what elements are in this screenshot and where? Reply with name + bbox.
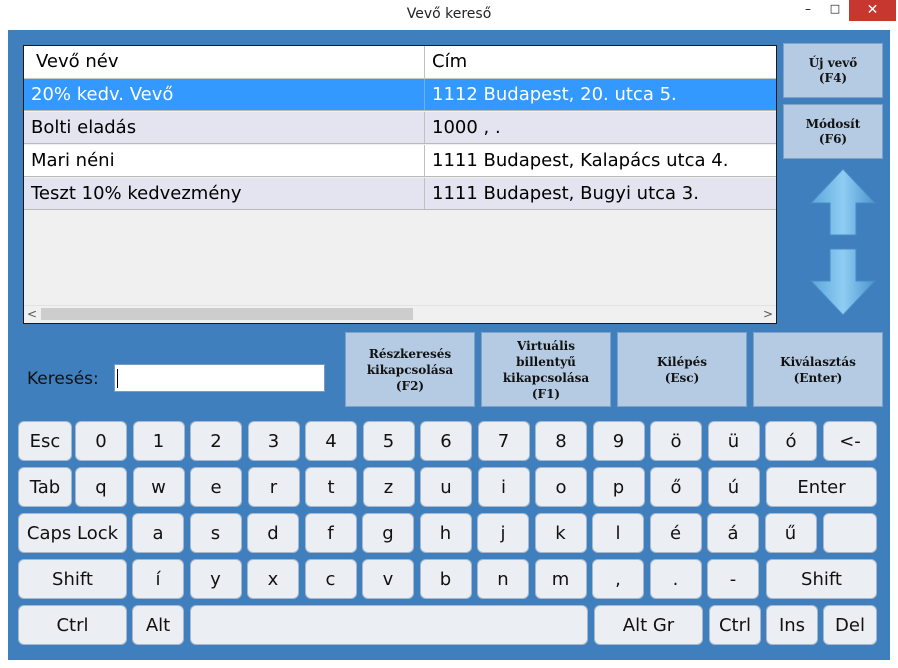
key-char-0[interactable]: 0: [75, 421, 127, 461]
key-char-i[interactable]: i: [477, 467, 530, 507]
minimize-button[interactable]: –: [795, 2, 821, 24]
column-header-name[interactable]: Vevő név: [24, 46, 425, 78]
maximize-button[interactable]: □: [822, 2, 848, 24]
key-char-c[interactable]: c: [304, 559, 357, 599]
new-customer-button[interactable]: Új vevő (F4): [783, 43, 883, 98]
key-esc[interactable]: Esc: [18, 421, 72, 461]
key-delete[interactable]: Del: [823, 605, 877, 645]
cell-name: Mari néni: [24, 145, 425, 176]
scroll-right-icon[interactable]: >: [760, 306, 776, 323]
key-char-p[interactable]: p: [592, 467, 645, 507]
key-char-é[interactable]: é: [649, 513, 702, 553]
search-label: Keresés:: [27, 369, 99, 389]
key-tab[interactable]: Tab: [18, 467, 72, 507]
key-char-.[interactable]: .: [649, 559, 702, 599]
column-header-address[interactable]: Cím: [425, 46, 776, 78]
key-char-t[interactable]: t: [305, 467, 357, 507]
partial-search-toggle-button[interactable]: Részkeresés kikapcsolása (F2): [345, 332, 475, 407]
key-char-7[interactable]: 7: [477, 421, 530, 461]
virtual-keyboard-toggle-button[interactable]: Virtuális billentyű kikapcsolása (F1): [481, 332, 611, 407]
key-char-ű[interactable]: ű: [764, 513, 817, 553]
key-char-r[interactable]: r: [247, 467, 300, 507]
key-char-,[interactable]: ,: [592, 559, 644, 599]
key-caps-lock[interactable]: Caps Lock: [18, 513, 127, 553]
key-char-8[interactable]: 8: [535, 421, 587, 461]
key-char-y[interactable]: y: [189, 559, 242, 599]
key-char-ő[interactable]: ő: [650, 467, 702, 507]
key-enter[interactable]: Enter: [766, 467, 877, 507]
cell-name: Bolti eladás: [24, 112, 425, 143]
search-input[interactable]: [114, 364, 325, 392]
title-bar: Vevő kereső – □ ✕: [0, 0, 898, 30]
key-char-z[interactable]: z: [362, 467, 415, 507]
key-alt-gr[interactable]: Alt Gr: [594, 605, 703, 645]
table-row[interactable]: Teszt 10% kedvezmény 1111 Budapest, Bugy…: [24, 178, 776, 210]
key-ctrl[interactable]: Ctrl: [18, 605, 127, 645]
key-char-n[interactable]: n: [477, 559, 529, 599]
key-char-u[interactable]: u: [420, 467, 472, 507]
cell-address: 1112 Budapest, 20. utca 5.: [432, 84, 677, 105]
key-backspace[interactable]: <-: [823, 421, 877, 461]
key-char-b[interactable]: b: [419, 559, 472, 599]
key-char--[interactable]: -: [707, 559, 759, 599]
key-char-5[interactable]: 5: [362, 421, 415, 461]
key-char-x[interactable]: x: [247, 559, 299, 599]
cell-name: Teszt 10% kedvezmény: [24, 178, 425, 209]
table-row[interactable]: Mari néni 1111 Budapest, Kalapács utca 4…: [24, 145, 776, 177]
cell-name: 20% kedv. Vevő: [24, 79, 425, 110]
key-char-d[interactable]: d: [247, 513, 299, 553]
key-char-ü[interactable]: ü: [707, 421, 760, 461]
key-shift[interactable]: Shift: [766, 559, 877, 599]
key-char-q[interactable]: q: [75, 467, 127, 507]
cell-address: 1000 , .: [432, 117, 501, 138]
cell-address: 1111 Budapest, Bugyi utca 3.: [432, 183, 699, 204]
key-char-h[interactable]: h: [419, 513, 472, 553]
key-char-w[interactable]: w: [132, 467, 185, 507]
key-char-í[interactable]: í: [132, 559, 184, 599]
key-char-ú[interactable]: ú: [707, 467, 760, 507]
key-char-f[interactable]: f: [304, 513, 357, 553]
key-char-a[interactable]: a: [132, 513, 184, 553]
key-char-o[interactable]: o: [535, 467, 587, 507]
key-char-s[interactable]: s: [189, 513, 242, 553]
key-char-l[interactable]: l: [592, 513, 644, 553]
key-char-m[interactable]: m: [534, 559, 587, 599]
scrollbar-thumb[interactable]: [41, 308, 413, 320]
key-char-ó[interactable]: ó: [765, 421, 817, 461]
key-char-g[interactable]: g: [362, 513, 414, 553]
text-caret: [117, 369, 118, 388]
close-button[interactable]: ✕: [849, 0, 896, 21]
table-row[interactable]: Bolti eladás 1000 , .: [24, 112, 776, 144]
customer-table[interactable]: Vevő név Cím 20% kedv. Vevő 1112 Budapes…: [23, 45, 777, 324]
arrow-up-icon[interactable]: [808, 168, 878, 236]
arrow-down-icon[interactable]: [808, 248, 878, 316]
key-alt[interactable]: Alt: [132, 605, 184, 645]
key-char-4[interactable]: 4: [305, 421, 357, 461]
horizontal-scrollbar[interactable]: < >: [24, 305, 776, 323]
key-insert[interactable]: Ins: [766, 605, 818, 645]
key-shift[interactable]: Shift: [18, 559, 127, 599]
key-char-v[interactable]: v: [362, 559, 414, 599]
key-char-9[interactable]: 9: [592, 421, 645, 461]
key-space[interactable]: [190, 605, 588, 645]
key-char-3[interactable]: 3: [247, 421, 300, 461]
exit-button[interactable]: Kilépés (Esc): [617, 332, 747, 407]
key-char-j[interactable]: j: [477, 513, 529, 553]
key-char-2[interactable]: 2: [190, 421, 242, 461]
key-char-6[interactable]: 6: [420, 421, 472, 461]
key-char-á[interactable]: á: [707, 513, 759, 553]
select-button[interactable]: Kiválasztás (Enter): [753, 332, 883, 407]
key-ctrl[interactable]: Ctrl: [709, 605, 761, 645]
scroll-left-icon[interactable]: <: [24, 306, 40, 323]
key-char-1[interactable]: 1: [132, 421, 185, 461]
cell-address: 1111 Budapest, Kalapács utca 4.: [432, 150, 729, 171]
key-char-k[interactable]: k: [534, 513, 587, 553]
key-char-ö[interactable]: ö: [650, 421, 702, 461]
key-char-e[interactable]: e: [190, 467, 242, 507]
table-header: Vevő név Cím: [24, 46, 776, 79]
window-title: Vevő kereső: [406, 6, 492, 22]
key-blank[interactable]: [823, 513, 877, 553]
modify-button[interactable]: Módosít (F6): [783, 104, 883, 159]
table-row[interactable]: 20% kedv. Vevő 1112 Budapest, 20. utca 5…: [24, 79, 776, 111]
